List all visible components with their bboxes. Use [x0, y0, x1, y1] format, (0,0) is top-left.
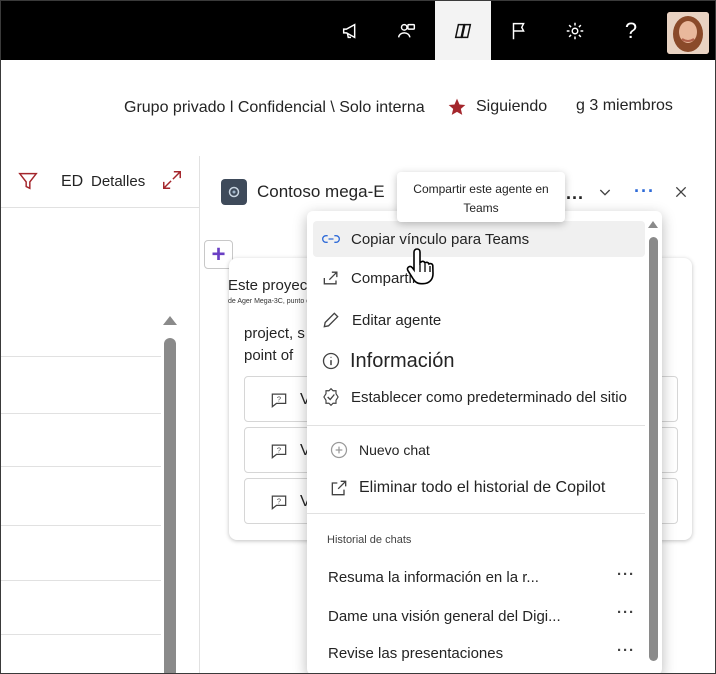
- menu-item-delete-history[interactable]: Eliminar todo el historial de Copilot: [307, 470, 645, 506]
- feedback-icon[interactable]: [379, 1, 435, 60]
- following-label: Siguiendo: [476, 98, 548, 115]
- expand-icon[interactable]: [161, 169, 183, 191]
- chat-help-icon: ?: [271, 393, 287, 408]
- menu-item-share[interactable]: Compartir: [307, 260, 645, 296]
- svg-text:?: ?: [277, 446, 281, 455]
- chevron-down-icon[interactable]: [597, 184, 613, 200]
- chat-help-icon: ?: [271, 444, 287, 459]
- card-subtitle: de Ager Mega-3C, punto de: [228, 298, 315, 305]
- card-text-line: project, s: [244, 325, 305, 342]
- agent-icon: [221, 179, 247, 205]
- history-item-more[interactable]: ···: [617, 642, 635, 659]
- help-icon[interactable]: ?: [603, 1, 659, 60]
- list-row-divider: [1, 356, 161, 357]
- agent-name-ellipsis: ...: [566, 183, 585, 203]
- close-icon[interactable]: [673, 184, 689, 200]
- menu-item-label: Editar agente: [352, 311, 442, 329]
- agent-name[interactable]: Contoso mega-E: [257, 182, 385, 202]
- list-row-divider: [1, 634, 161, 635]
- menu-item-copy-teams-link[interactable]: Copiar vínculo para Teams: [313, 221, 645, 257]
- card-text: project, s point of: [244, 323, 305, 367]
- card-title: Este proyecto: [228, 277, 320, 294]
- browser-frame: ? Grupo privado l Confidencial \ Solo in…: [0, 0, 716, 674]
- list-row-divider: [1, 413, 161, 414]
- follow-button[interactable]: Siguiendo: [447, 97, 547, 117]
- copilot-header: Contoso mega-E: [221, 179, 385, 205]
- avatar[interactable]: [667, 12, 709, 54]
- history-item[interactable]: Revise las presentaciones: [328, 645, 503, 662]
- more-options-button[interactable]: ···: [634, 181, 655, 202]
- menu-item-edit-agent[interactable]: Editar agente: [307, 302, 645, 338]
- menu-item-new-chat[interactable]: Nuevo chat: [307, 432, 645, 468]
- filter-icon[interactable]: [17, 170, 39, 192]
- star-icon: [448, 98, 466, 115]
- menu-divider: [307, 425, 645, 426]
- site-classification: Grupo privado l Confidencial \ Solo inte…: [124, 99, 425, 116]
- list-row-divider: [1, 466, 161, 467]
- share-icon: [323, 271, 338, 285]
- menu-divider: [307, 513, 645, 514]
- menu-scrollbar[interactable]: [649, 237, 658, 661]
- card-text-line: point of: [244, 347, 294, 364]
- list-row-divider: [1, 580, 161, 581]
- pencil-icon: [323, 312, 339, 328]
- scroll-up-arrow[interactable]: [163, 316, 177, 325]
- help-label: ?: [624, 17, 638, 43]
- scrollbar[interactable]: [164, 338, 176, 673]
- new-chat-icon: [330, 441, 348, 459]
- menu-item-label: Eliminar todo el historial de Copilot: [359, 479, 606, 496]
- members-label[interactable]: g 3 miembros: [576, 97, 673, 115]
- ed-label: ED: [61, 173, 84, 190]
- check-badge-icon: [323, 387, 339, 407]
- history-item-more[interactable]: ···: [617, 604, 635, 621]
- history-item-more[interactable]: ···: [617, 566, 635, 583]
- left-panel: ED Detalles: [1, 156, 200, 673]
- menu-item-label: Información: [350, 349, 455, 372]
- link-icon: [322, 235, 340, 243]
- suite-header: ?: [1, 1, 715, 60]
- tooltip: Compartir este agente en Teams: [397, 172, 565, 222]
- menu-item-label: Establecer como predeterminado del sitio: [351, 388, 627, 406]
- svg-text:?: ?: [277, 395, 281, 404]
- menu-item-set-default[interactable]: Establecer como predeterminado del sitio: [307, 379, 645, 415]
- svg-text:?: ?: [277, 497, 281, 506]
- menu-item-label: Nuevo chat: [359, 442, 430, 458]
- menu-item-info[interactable]: Información: [307, 343, 645, 379]
- history-item[interactable]: Dame una visión general del Digi...: [328, 608, 561, 625]
- external-link-icon: [331, 480, 347, 496]
- agent-options-menu: Copiar vínculo para Teams Compartir Edit…: [307, 211, 662, 673]
- info-icon: [322, 352, 340, 370]
- history-title: Historial de chats: [327, 534, 412, 546]
- chat-help-icon: ?: [271, 495, 287, 510]
- details-button[interactable]: Detalles: [91, 173, 145, 190]
- history-item[interactable]: Resuma la información en la r...: [328, 569, 539, 586]
- hand-cursor-icon: [406, 248, 434, 285]
- copilot-icon[interactable]: [435, 1, 491, 60]
- gear-icon[interactable]: [547, 1, 603, 60]
- left-panel-header: ED Detalles: [1, 156, 200, 208]
- flag-icon[interactable]: [491, 1, 547, 60]
- menu-scroll-up-arrow[interactable]: [648, 221, 658, 228]
- megaphone-icon[interactable]: [323, 1, 379, 60]
- list-row-divider: [1, 525, 161, 526]
